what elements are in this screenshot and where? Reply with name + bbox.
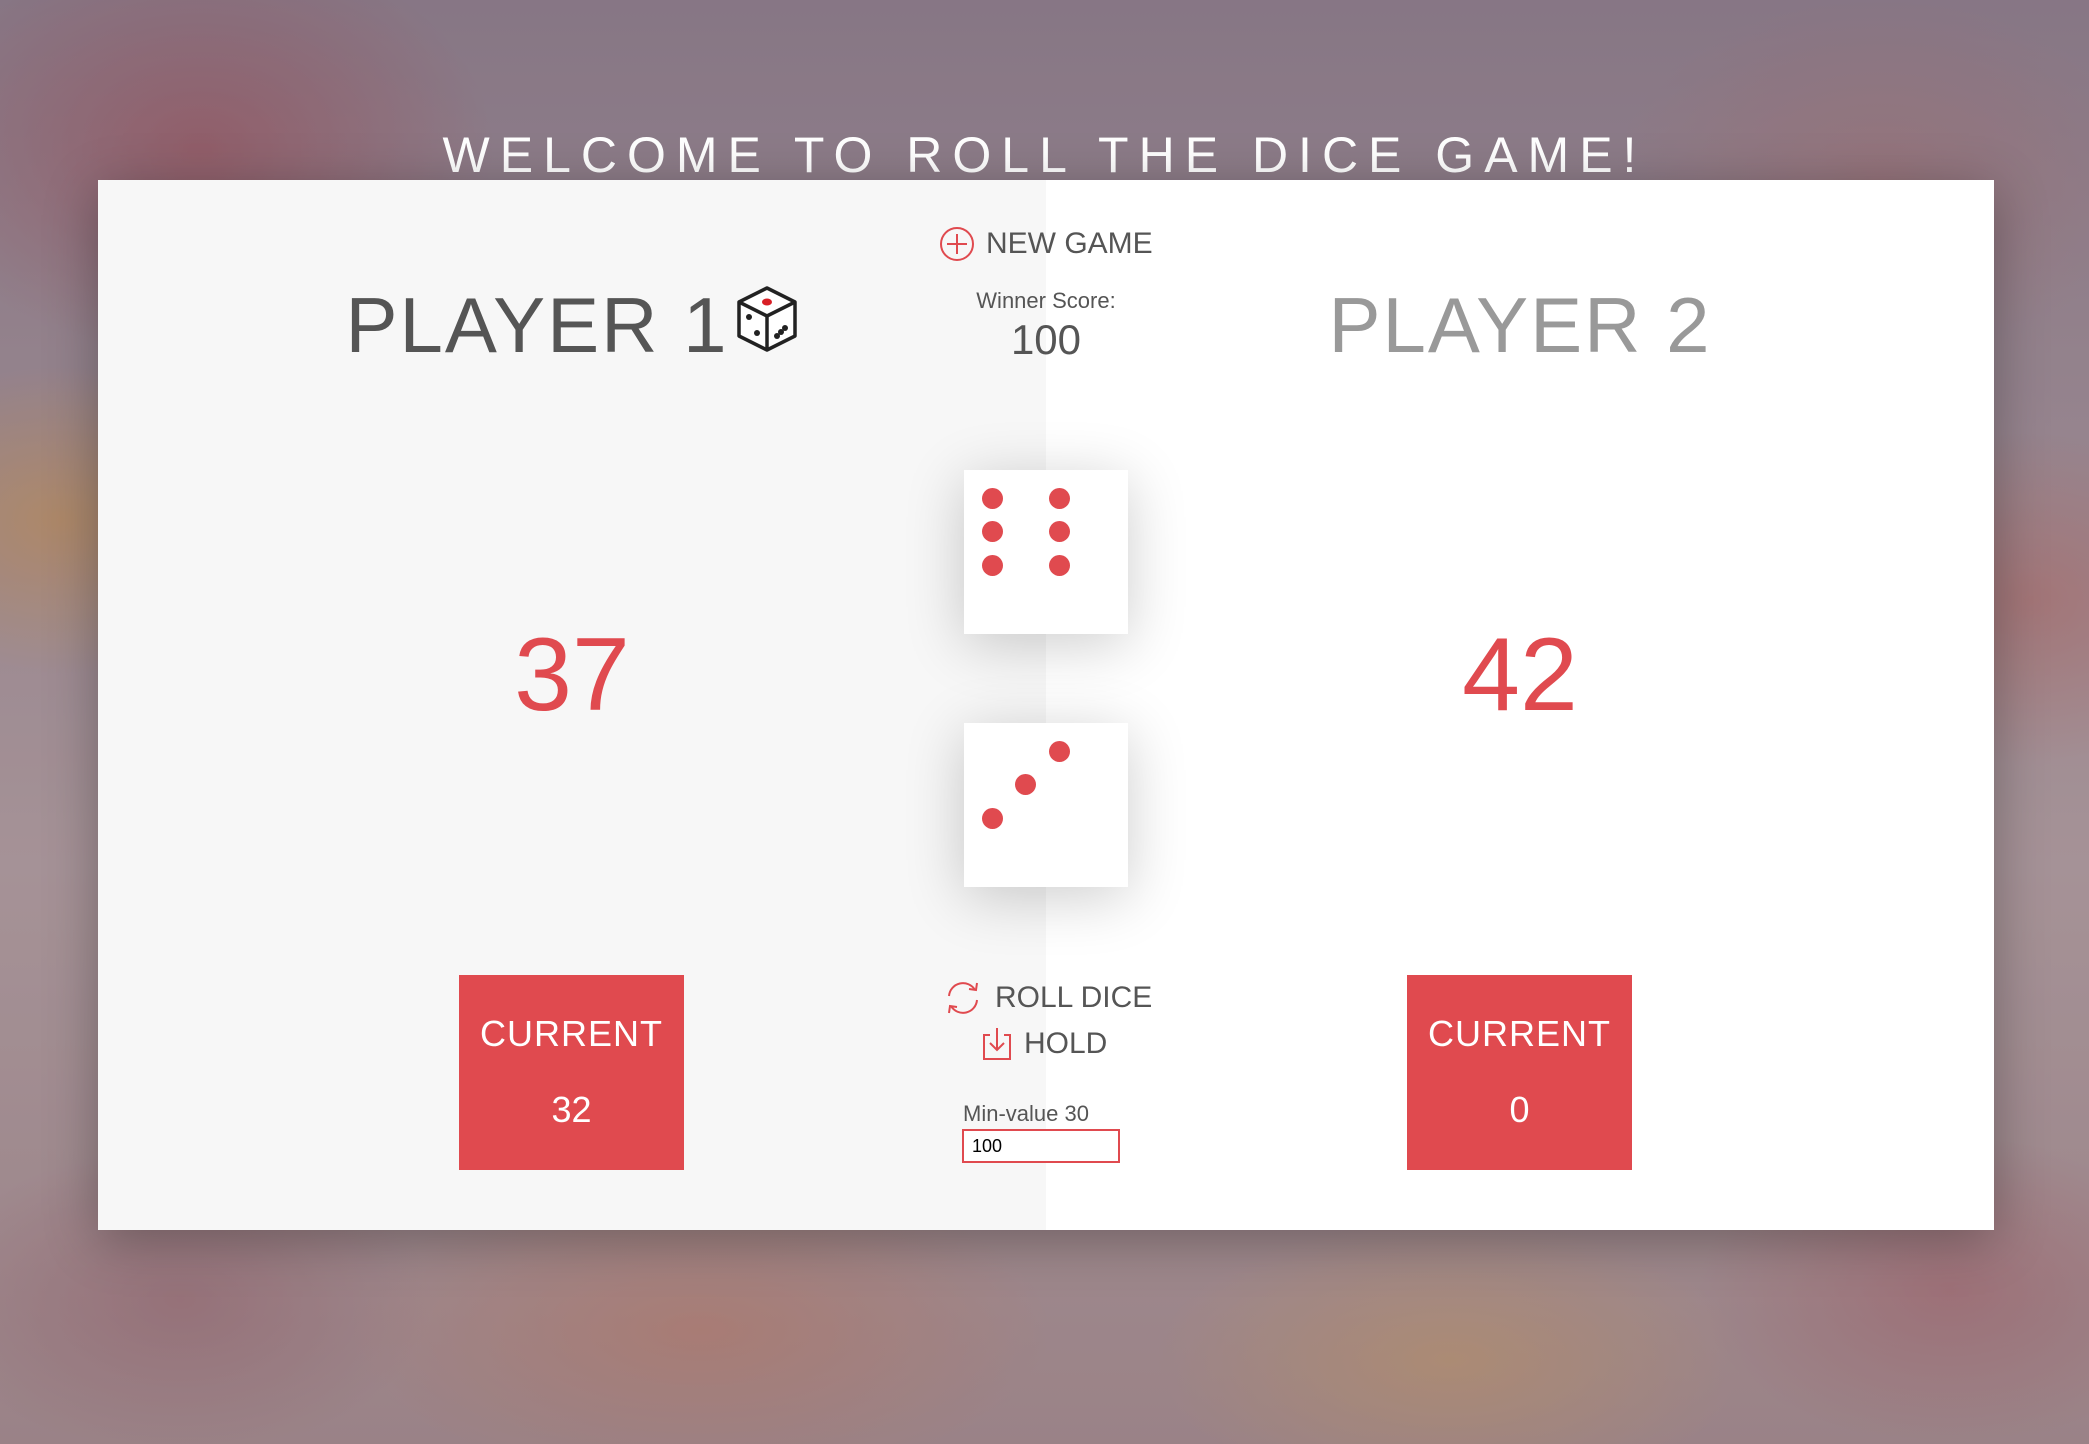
dice-pip [1048,521,1070,542]
dice-pip [981,554,1003,576]
winner-score-label: Winner Score: [976,288,1116,313]
game-panel: PLAYER 1 37 CURRENT 32 PLAYER 2 42 CURRE… [98,180,1994,1230]
plus-circle-icon [938,225,976,263]
dice-pip [981,521,1003,542]
dice-pip [1048,740,1070,762]
dice-pip [1015,774,1036,795]
hold-button[interactable]: HOLD [980,1025,1107,1063]
winner-score-value: 100 [1010,316,1082,363]
min-value-label: Min-value 30 [963,1101,1089,1126]
roll-dice-button[interactable]: ROLL DICE [941,978,1152,1018]
player-2-current-box: CURRENT 0 [1407,975,1632,1170]
player-1-current-box: CURRENT 32 [459,975,684,1170]
dice-pip [981,487,1003,509]
roll-dice-label: ROLL DICE [995,981,1153,1014]
player-1-current-label: CURRENT [480,1013,663,1054]
refresh-icon [941,978,985,1018]
dice-1 [964,470,1128,634]
player-1-score: 37 [514,617,630,733]
winner-score-input[interactable] [962,1129,1120,1163]
player-1-current-score: 32 [551,1089,592,1130]
player-2-current-score: 0 [1509,1089,1530,1130]
dice-pip [981,807,1003,829]
dice-pip [1048,554,1070,576]
new-game-label: NEW GAME [986,227,1153,260]
dice-pip [1048,487,1070,509]
player-2-current-label: CURRENT [1428,1013,1611,1054]
page-title: WELCOME TO ROLL THE DICE GAME! [442,126,1647,183]
new-game-button[interactable]: NEW GAME [938,225,1153,263]
dice-2 [964,723,1128,887]
hold-label: HOLD [1024,1027,1108,1060]
download-icon [980,1025,1014,1063]
player-2-score: 42 [1462,617,1578,733]
